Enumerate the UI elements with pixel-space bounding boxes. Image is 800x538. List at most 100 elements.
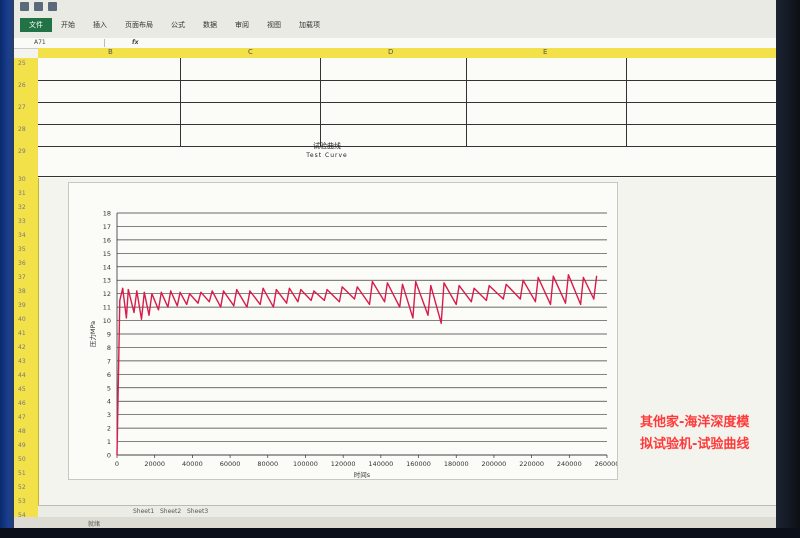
row-header-39[interactable]: 39 — [18, 302, 26, 309]
cell-grid[interactable] — [38, 58, 776, 178]
data-point — [310, 299, 312, 301]
tab-data[interactable]: 数据 — [194, 18, 226, 32]
data-point — [157, 309, 160, 311]
data-point — [412, 317, 414, 319]
data-point — [211, 290, 213, 292]
data-point — [401, 283, 404, 285]
row-header-53[interactable]: 53 — [18, 498, 26, 505]
data-point — [384, 301, 386, 303]
row-header-43[interactable]: 43 — [18, 358, 26, 365]
row-header-35[interactable]: 35 — [18, 246, 26, 253]
data-point — [313, 290, 315, 292]
monitor-bezel-left — [0, 0, 14, 538]
watermark-line-2: 拟试验机-试验曲线 — [640, 437, 750, 452]
sheet-tab-2[interactable]: Sheet2 — [160, 508, 181, 515]
row-header-27[interactable]: 27 — [18, 104, 26, 111]
ribbon-tabs: 文件 开始 插入 页面布局 公式 数据 审阅 视图 加载项 — [20, 18, 329, 32]
row-header-26[interactable]: 26 — [18, 82, 26, 89]
data-point — [537, 276, 539, 279]
data-point — [143, 291, 145, 293]
chart-svg: 01234567891011121314151617180 20000 40000 6… — [88, 210, 619, 480]
data-point — [582, 276, 585, 279]
data-point — [368, 303, 371, 305]
row-header-51[interactable]: 51 — [18, 470, 26, 477]
row-header-48[interactable]: 48 — [18, 428, 26, 435]
data-point — [208, 301, 210, 303]
y-tick-label: 3 — [107, 411, 111, 419]
test-curve-chart[interactable]: 0 1 2 3 4 5 6 7 8 9 10 11 12 13 14 15 16 17 18 0 20000 40000 6… — [68, 182, 619, 480]
grid-line — [180, 58, 181, 146]
data-point — [473, 287, 475, 289]
row-header-46[interactable]: 46 — [18, 400, 26, 407]
data-point — [593, 298, 595, 300]
data-point — [246, 306, 248, 308]
tab-formulas[interactable]: 公式 — [162, 18, 194, 32]
row-header-47[interactable]: 47 — [18, 414, 26, 421]
data-point — [288, 287, 290, 289]
data-point — [200, 291, 202, 293]
row-header-33[interactable]: 33 — [18, 218, 26, 225]
row-header-44[interactable]: 44 — [18, 372, 26, 379]
row-header-38[interactable]: 38 — [18, 288, 26, 295]
data-point — [127, 289, 129, 291]
column-header-e[interactable]: E — [543, 48, 547, 56]
redo-icon[interactable] — [48, 2, 57, 11]
data-point — [140, 318, 143, 320]
data-point — [353, 298, 356, 300]
tab-file[interactable]: 文件 — [20, 18, 52, 32]
data-point — [326, 289, 328, 291]
tab-review[interactable]: 审阅 — [226, 18, 258, 32]
data-point — [189, 293, 191, 295]
row-header-41[interactable]: 41 — [18, 330, 26, 337]
row-header-40[interactable]: 40 — [18, 316, 26, 323]
curve-title: 试验曲线 Test Curve — [282, 142, 372, 160]
tab-addins[interactable]: 加载项 — [290, 18, 329, 32]
row-header-29[interactable]: 29 — [18, 148, 26, 155]
data-point — [222, 290, 225, 292]
tab-insert[interactable]: 插入 — [84, 18, 116, 32]
row-header-30[interactable]: 30 — [18, 176, 26, 183]
x-tick-label: 120000 — [331, 460, 356, 468]
column-header-c[interactable]: C — [248, 48, 253, 56]
row-header-49[interactable]: 49 — [18, 442, 26, 449]
data-point — [179, 291, 181, 293]
quick-access-toolbar — [20, 2, 57, 14]
grid-line — [38, 124, 776, 125]
y-tick-label: 4 — [107, 398, 111, 406]
row-header-50[interactable]: 50 — [18, 456, 26, 463]
data-point — [455, 303, 457, 305]
column-header-d[interactable]: D — [388, 48, 393, 56]
data-point — [430, 285, 432, 287]
data-point — [564, 302, 567, 304]
row-header-28[interactable]: 28 — [18, 126, 26, 133]
undo-icon[interactable] — [34, 2, 43, 11]
row-header-45[interactable]: 45 — [18, 386, 26, 393]
y-tick-label: 8 — [107, 344, 111, 352]
row-header-25[interactable]: 25 — [18, 60, 26, 67]
data-point — [519, 298, 521, 300]
data-point — [502, 298, 504, 300]
row-header-36[interactable]: 36 — [18, 260, 26, 267]
sheet-tab-3[interactable]: Sheet3 — [187, 508, 208, 515]
row-header-42[interactable]: 42 — [18, 344, 26, 351]
name-box[interactable]: A71 — [34, 39, 105, 47]
data-point — [470, 301, 472, 303]
column-header-b[interactable]: B — [108, 48, 113, 56]
data-point — [485, 299, 487, 301]
tab-home[interactable]: 开始 — [52, 18, 84, 32]
sheet-tab-1[interactable]: Sheet1 — [133, 508, 154, 515]
row-header-52[interactable]: 52 — [18, 484, 26, 491]
row-header-37[interactable]: 37 — [18, 274, 26, 281]
grid-line — [320, 58, 321, 146]
data-point — [125, 317, 127, 319]
x-tick-label: 80000 — [257, 460, 278, 468]
save-icon[interactable] — [20, 2, 29, 11]
row-header-32[interactable]: 32 — [18, 204, 26, 211]
x-tick-label: 180000 — [444, 460, 469, 468]
row-header-34[interactable]: 34 — [18, 232, 26, 239]
tab-page-layout[interactable]: 页面布局 — [116, 18, 162, 32]
row-header-31[interactable]: 31 — [18, 190, 26, 197]
y-tick-label: 15 — [103, 250, 111, 258]
fx-icon[interactable]: fx — [132, 39, 138, 46]
tab-view[interactable]: 视图 — [258, 18, 290, 32]
